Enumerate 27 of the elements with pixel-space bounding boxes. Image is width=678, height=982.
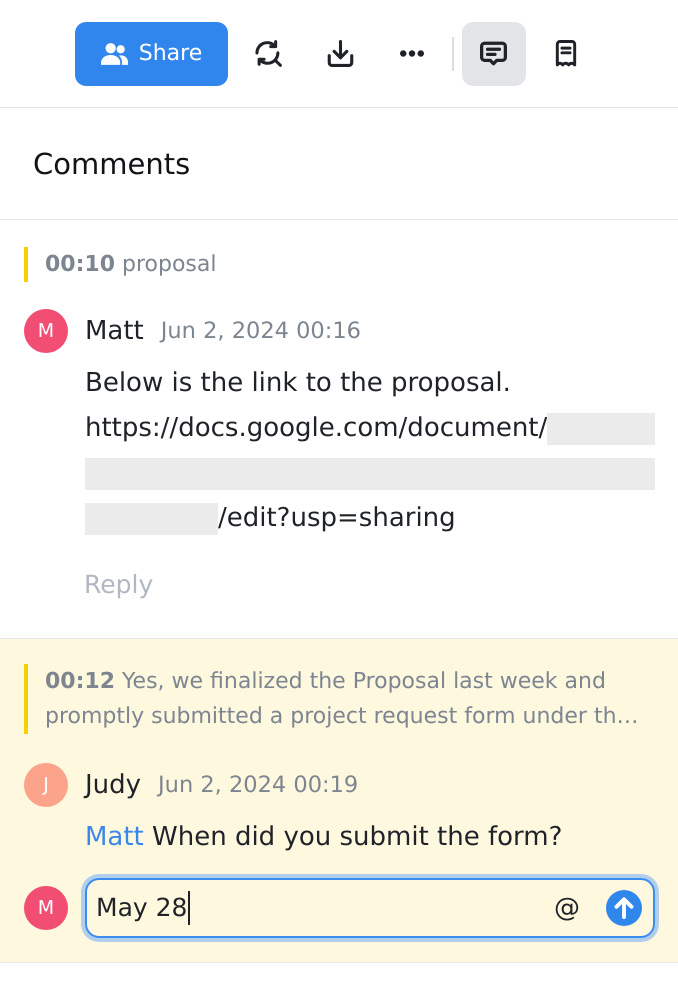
comment-text: Matt When did you submit the form?	[85, 821, 564, 854]
comment-icon	[480, 40, 507, 67]
avatar: J	[24, 763, 68, 807]
send-button[interactable]	[606, 890, 642, 926]
more-icon	[400, 50, 424, 57]
comment-text: Below is the link to the proposal.	[85, 367, 512, 400]
people-icon	[100, 42, 128, 64]
share-button[interactable]: Share	[75, 22, 228, 86]
download-icon	[326, 40, 354, 67]
author-name: Judy	[85, 769, 142, 801]
arrow-up-icon	[606, 890, 642, 926]
avatar: M	[24, 309, 68, 353]
quoted-text[interactable]: 00:12 Yes, we finalized the Proposal last week and promptly submitted a project request form under th…	[24, 664, 655, 734]
sync-search-icon	[254, 40, 282, 67]
comment-text: https://docs.google.com/document/	[85, 412, 548, 445]
note-icon	[554, 40, 576, 67]
comment-date: Jun 2, 2024 00:16	[160, 317, 361, 346]
avatar: M	[24, 886, 68, 930]
comment-text: /edit?usp=sharing	[218, 502, 456, 535]
panel-title: Comments	[33, 146, 190, 182]
quoted-text[interactable]: 00:10 proposal	[24, 247, 655, 282]
author-name: Matt	[85, 315, 144, 347]
mention-link[interactable]: Matt	[85, 822, 144, 852]
mention-button[interactable]: @	[554, 893, 580, 923]
comment-date: Jun 2, 2024 00:19	[158, 771, 358, 800]
comments-tab[interactable]	[462, 22, 526, 86]
reply-button[interactable]: Reply	[84, 563, 154, 606]
